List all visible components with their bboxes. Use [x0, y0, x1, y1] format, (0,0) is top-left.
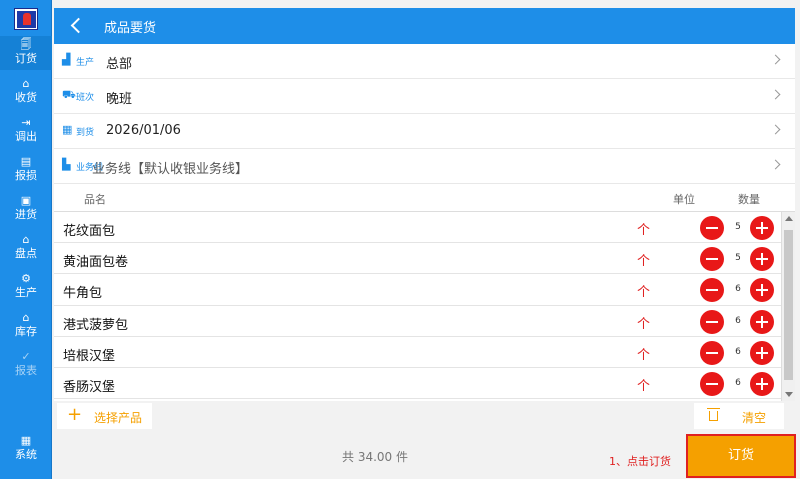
- sidebar-item-order[interactable]: 🗐 订货: [0, 36, 52, 70]
- list-item: 港式菠萝包 个 6: [54, 306, 795, 337]
- clear-button[interactable]: 清空: [694, 403, 784, 429]
- product-list: 花纹面包 个 5 黄油面包卷 个 5 牛角包 个 6 港式菠萝包 个 6 培根汉…: [54, 212, 795, 401]
- production-value: 总部: [106, 57, 133, 72]
- total-count: 共 34.00 件: [342, 450, 408, 464]
- increase-button[interactable]: [750, 371, 774, 396]
- page-title: 成品要货: [104, 21, 157, 36]
- increase-button[interactable]: [750, 216, 774, 240]
- inventory-check-icon: ⌂: [22, 233, 30, 246]
- business-line-row[interactable]: ▙ 业务线 业务线【默认收银业务线】: [54, 149, 795, 184]
- list-scrollbar[interactable]: [781, 212, 795, 401]
- production-row[interactable]: ▟ 生产 总部: [54, 44, 795, 79]
- scroll-down-arrow-icon[interactable]: [785, 392, 793, 397]
- business-line-value: 业务线【默认收银业务线】: [92, 162, 249, 177]
- sidebar-item-system[interactable]: ▦ 系统: [0, 432, 52, 466]
- business-line-icon: ▙: [62, 158, 71, 171]
- damage-report-icon: ▤: [20, 155, 32, 168]
- submit-order-button[interactable]: 订货: [686, 434, 796, 478]
- arrival-date-row[interactable]: ▦ 到货 2026/01/06: [54, 114, 795, 149]
- chevron-right-icon: [770, 159, 781, 170]
- sidebar: 🗐 订货 ⌂ 收货 ⇥ 调出 ▤ 报损 ▣ 进货 ⌂ 盘点 ⚙ 生产 ⌂ 库存 …: [0, 0, 52, 479]
- increase-button[interactable]: [750, 278, 774, 303]
- app-logo: [14, 8, 38, 30]
- trash-icon: [707, 408, 720, 421]
- sidebar-item-report[interactable]: ✓ 报表: [0, 348, 52, 382]
- list-item: 黄油面包卷 个 5: [54, 243, 795, 275]
- arrival-date-value: 2026/01/06: [106, 123, 181, 138]
- increase-button[interactable]: [750, 247, 774, 272]
- decrease-button[interactable]: [700, 278, 724, 303]
- col-qty-header: 数量: [738, 193, 760, 206]
- list-item: 花纹面包 个 5: [54, 212, 795, 244]
- sidebar-item-inventory-check[interactable]: ⌂ 盘点: [0, 231, 52, 265]
- sidebar-item-damage-report[interactable]: ▤ 报损: [0, 153, 52, 187]
- chevron-right-icon: [770, 54, 781, 65]
- chevron-right-icon: [770, 89, 781, 100]
- list-item: 香肠汉堡 个 6: [54, 368, 795, 400]
- decrease-button[interactable]: [700, 371, 724, 396]
- scroll-up-arrow-icon[interactable]: [785, 216, 793, 221]
- chevron-right-icon: [770, 124, 781, 135]
- production-icon: ⚙: [21, 272, 31, 285]
- header-bar: 成品要货: [54, 8, 795, 44]
- sidebar-item-production[interactable]: ⚙ 生产: [0, 270, 52, 304]
- footer-bar: 共 34.00 件 1、点击订货 订货: [54, 432, 796, 479]
- order-info-panel: ▟ 生产 总部 ⛟ 班次 晚班 ▦ 到货 2026/01/06 ▙ 业务线 业务…: [54, 44, 795, 184]
- sidebar-item-transfer-out[interactable]: ⇥ 调出: [0, 114, 52, 148]
- list-item: 培根汉堡 个 6: [54, 337, 795, 368]
- calendar-icon: ▦: [62, 123, 73, 136]
- purchase-icon: ▣: [20, 194, 32, 207]
- shift-value: 晚班: [106, 92, 133, 107]
- factory-icon: ▟: [62, 53, 71, 66]
- system-grid-icon: ▦: [20, 434, 32, 447]
- decrease-button[interactable]: [700, 309, 724, 334]
- decrease-button[interactable]: [700, 340, 724, 365]
- stock-icon: ⌂: [22, 311, 30, 324]
- shift-row[interactable]: ⛟ 班次 晚班: [54, 79, 795, 114]
- col-unit-header: 单位: [673, 193, 695, 206]
- report-icon: ✓: [21, 350, 31, 363]
- receive-icon: ⌂: [22, 77, 30, 90]
- increase-button[interactable]: [750, 309, 774, 334]
- plus-icon: +: [67, 404, 83, 425]
- sidebar-item-purchase[interactable]: ▣ 进货: [0, 192, 52, 226]
- increase-button[interactable]: [750, 340, 774, 365]
- truck-icon: ⛟: [62, 88, 76, 101]
- transfer-out-icon: ⇥: [21, 116, 31, 129]
- select-products-button[interactable]: + 选择产品: [57, 403, 152, 429]
- sidebar-item-receive[interactable]: ⌂ 收货: [0, 75, 52, 109]
- col-name-header: 品名: [84, 193, 106, 206]
- decrease-button[interactable]: [700, 216, 724, 240]
- sidebar-item-stock[interactable]: ⌂ 库存: [0, 309, 52, 343]
- instruction-hint: 1、点击订货: [609, 455, 671, 468]
- back-arrow-icon[interactable]: [66, 15, 88, 37]
- list-item: 牛角包 个 6: [54, 274, 795, 306]
- order-icon: 🗐: [20, 38, 32, 51]
- decrease-button[interactable]: [700, 247, 724, 272]
- table-header: 品名 单位 数量: [54, 184, 795, 212]
- scrollbar-thumb[interactable]: [784, 230, 793, 380]
